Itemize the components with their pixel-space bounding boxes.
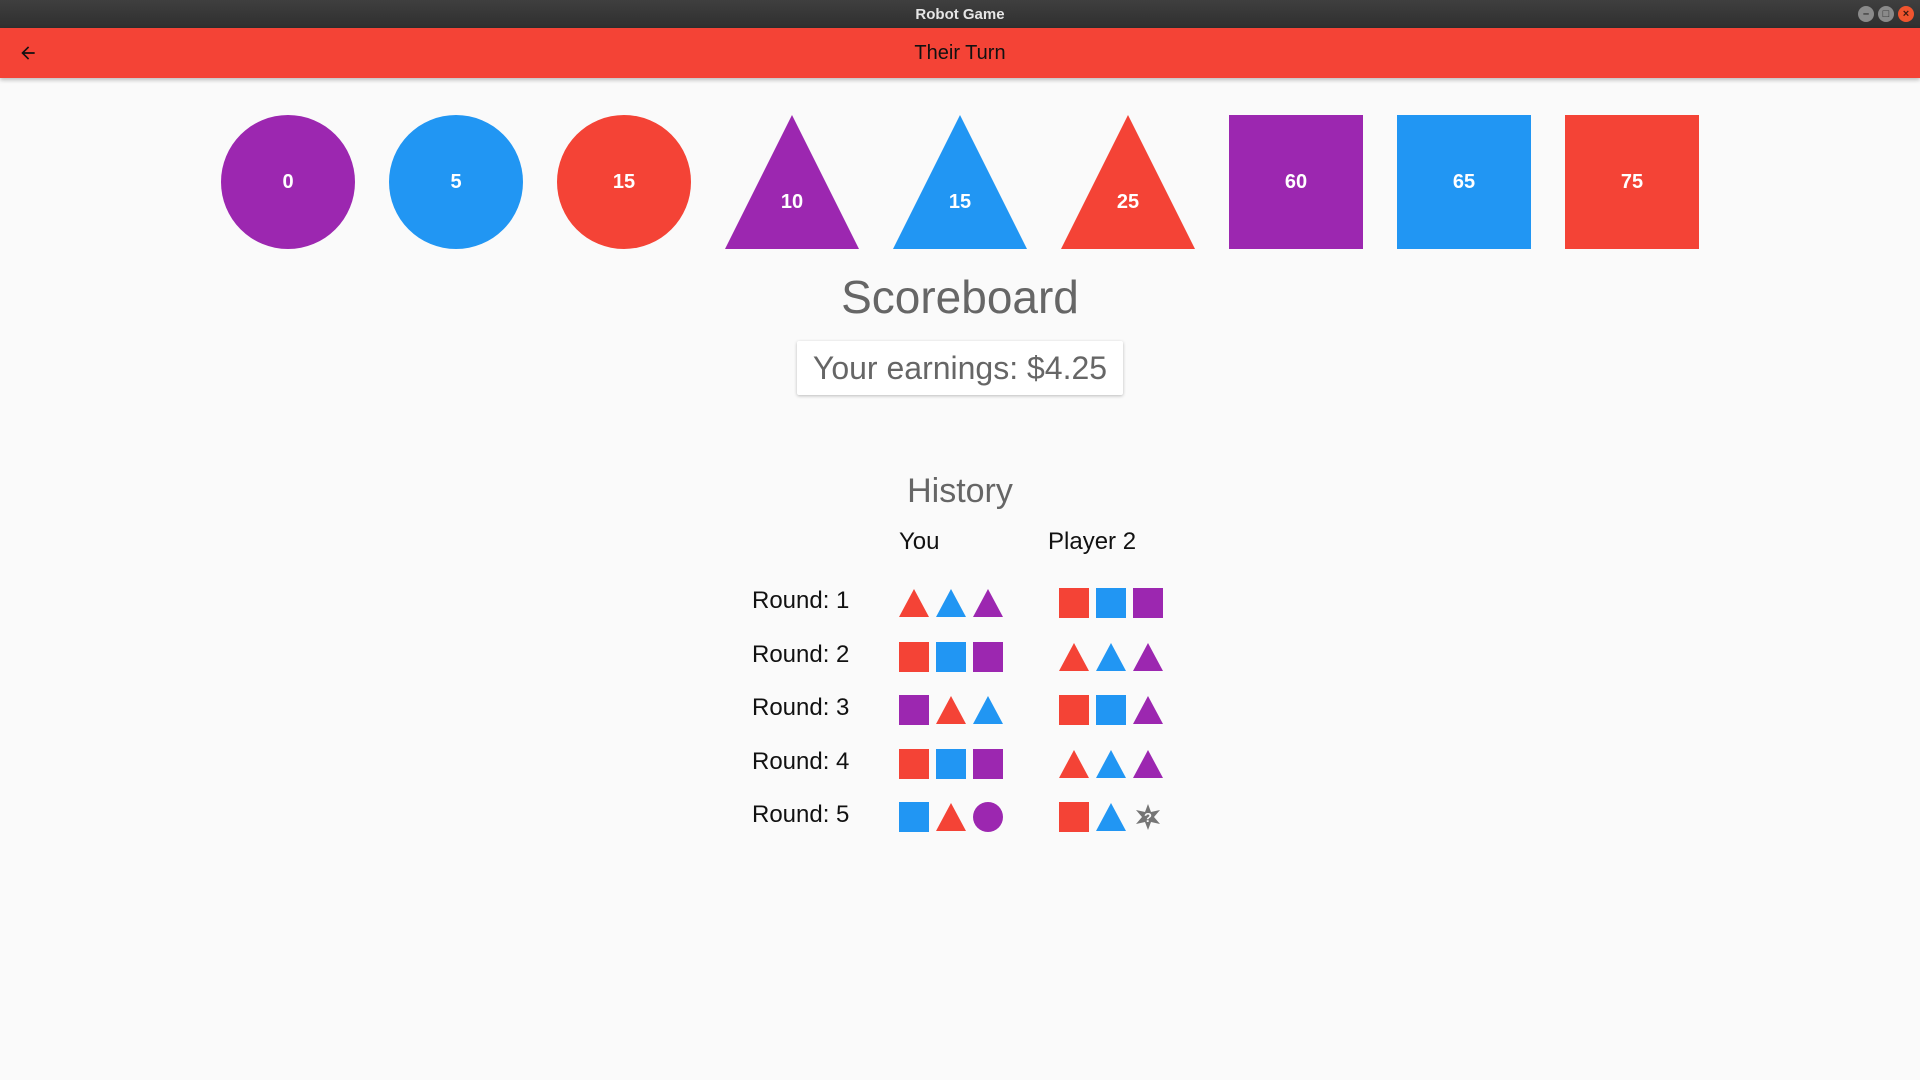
round-1-you-choices	[899, 588, 1003, 618]
maximize-button[interactable]: □	[1878, 6, 1894, 22]
red-triangle-icon	[936, 803, 966, 831]
round-4-player2-choices	[1059, 749, 1163, 779]
red-square-icon	[1059, 588, 1089, 618]
round-3-player2-choices	[1059, 695, 1163, 725]
round-label: Round: 3	[752, 694, 850, 721]
shape-value: 5	[450, 170, 462, 193]
back-button[interactable]	[12, 37, 44, 69]
round-5-player2-choices: ?	[1059, 802, 1163, 832]
back-arrow-icon	[21, 46, 35, 60]
round-2-you-choices	[899, 641, 1003, 672]
shape-value: 10	[780, 190, 804, 213]
window-title: Robot Game	[915, 5, 1005, 23]
shape-value: 65	[1452, 170, 1476, 193]
round-label: Round: 2	[752, 640, 850, 668]
round-1-player2-choices	[1059, 588, 1163, 618]
round-4-you-choices	[899, 748, 1003, 779]
purple-triangle-icon	[1133, 749, 1163, 778]
round-label: Round: 5	[752, 801, 850, 828]
purple-triangle-icon	[1133, 642, 1163, 671]
column-header-you: You	[899, 528, 940, 555]
purple-square-icon	[973, 641, 1003, 672]
purple-square-icon	[1133, 588, 1163, 618]
close-button[interactable]: ×	[1898, 6, 1914, 22]
red-triangle-icon	[899, 589, 929, 617]
history-title: History	[907, 472, 1013, 510]
scoreboard-title: Scoreboard	[841, 271, 1079, 323]
app-bar: Their Turn	[0, 28, 1920, 78]
blue-triangle-icon	[1096, 803, 1126, 831]
purple-square-icon	[973, 748, 1003, 779]
page-title: Their Turn	[914, 41, 1006, 64]
blue-square-icon	[1096, 695, 1126, 725]
purple-circle-button[interactable]: 0	[221, 115, 355, 249]
triangle-icon	[725, 115, 859, 249]
red-circle-button[interactable]: 15	[557, 115, 691, 249]
round-label: Round: 1	[752, 587, 850, 614]
blue-square-icon	[936, 748, 966, 779]
shape-value: 75	[1620, 170, 1644, 193]
red-square-icon	[1059, 695, 1089, 725]
shape-value: 15	[948, 190, 972, 213]
earnings-text: Your earnings: $4.25	[812, 349, 1108, 386]
earnings-card: Your earnings: $4.25	[797, 341, 1123, 395]
red-square-icon	[899, 748, 929, 779]
red-square-icon	[1059, 802, 1089, 832]
round-2-player2-choices	[1059, 642, 1163, 672]
red-triangle-icon	[1059, 642, 1089, 671]
blue-triangle-icon	[936, 589, 966, 617]
purple-triangle-icon	[973, 589, 1003, 617]
red-triangle-icon	[936, 696, 966, 724]
round-5-you-choices	[899, 802, 1003, 832]
blue-triangle-button[interactable]: 15	[893, 115, 1027, 249]
shape-value: 15	[612, 170, 636, 193]
blue-circle-button[interactable]: 5	[389, 115, 523, 249]
triangle-icon	[893, 115, 1027, 249]
minimize-button[interactable]: –	[1858, 6, 1874, 22]
purple-triangle-icon	[1133, 696, 1163, 724]
purple-circle-icon	[973, 802, 1003, 832]
round-label: Round: 4	[752, 747, 850, 775]
blue-triangle-icon	[973, 696, 1003, 724]
shape-value: 60	[1284, 170, 1308, 193]
window-controls: – □ ×	[1858, 6, 1914, 22]
blue-square-icon	[899, 802, 929, 832]
blue-square-icon	[936, 641, 966, 672]
blue-square-icon	[1096, 588, 1126, 618]
purple-square-button[interactable]: 60	[1229, 115, 1363, 249]
window-titlebar: Robot Game – □ ×	[0, 0, 1920, 28]
blue-triangle-icon	[1096, 642, 1126, 671]
round-3-you-choices	[899, 695, 1003, 725]
purple-triangle-button[interactable]: 10	[725, 115, 859, 249]
shape-value: 25	[1116, 190, 1140, 213]
unknown-choice-icon: ?	[1136, 804, 1160, 830]
purple-square-icon	[899, 695, 929, 725]
red-triangle-icon	[1059, 749, 1089, 778]
column-header-player2: Player 2	[1048, 528, 1137, 555]
shape-value: 0	[282, 170, 294, 193]
blue-square-button[interactable]: 65	[1397, 115, 1531, 249]
blue-triangle-icon	[1096, 749, 1126, 778]
red-triangle-button[interactable]: 25	[1061, 115, 1195, 249]
svg-text:?: ?	[1144, 810, 1152, 825]
red-square-button[interactable]: 75	[1565, 115, 1699, 249]
triangle-icon	[1061, 115, 1195, 249]
red-square-icon	[899, 641, 929, 672]
